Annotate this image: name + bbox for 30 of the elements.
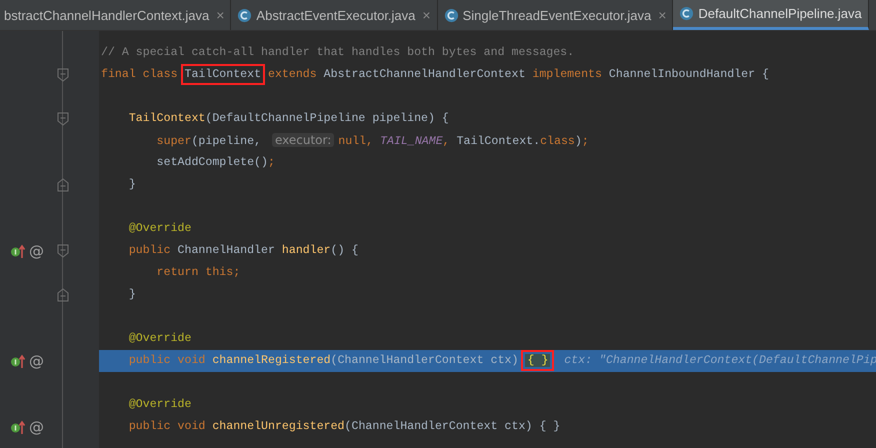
override-marker[interactable]: @	[29, 418, 44, 436]
code-line: @Override	[128, 331, 192, 347]
code-line: super(pipeline, executor: null, TAIL_NAME, TailContext.class);	[156, 132, 589, 150]
code-line: final class TailContext extends AbstractChannelHandlerContext implements ChannelInboundHandler {	[101, 64, 769, 86]
code-line: }	[128, 287, 136, 303]
code-line: public ChannelHandler handler() {	[128, 243, 358, 259]
override-marker[interactable]: @	[29, 242, 44, 260]
code-line: @Override	[128, 221, 192, 237]
code-line: }	[128, 177, 136, 193]
fold-collapse-icon[interactable]	[57, 244, 69, 258]
close-tab-button[interactable]: ×	[658, 7, 666, 23]
fold-collapse-icon[interactable]	[57, 68, 69, 82]
implements-marker-icon[interactable]	[10, 353, 26, 369]
fold-end-icon[interactable]	[57, 178, 69, 192]
code-line: setAddComplete();	[156, 155, 275, 171]
override-marker[interactable]: @	[29, 352, 44, 370]
file-tab[interactable]: DefaultChannelPipeline.java	[673, 0, 869, 30]
close-tab-button[interactable]: ×	[422, 7, 431, 23]
code-line: @Override	[128, 397, 192, 413]
code-line: TailContext(DefaultChannelPipeline pipeline) {	[128, 111, 449, 127]
code-line: return this;	[156, 265, 240, 281]
file-tab[interactable]: AbstractEventExecutor.java ×	[231, 0, 438, 30]
code-line: // A special catch-all handler that handles both bytes and messages.	[101, 45, 574, 61]
fold-end-icon[interactable]	[57, 288, 69, 302]
close-tab-button[interactable]: ×	[216, 7, 224, 23]
code-line: public void channelUnregistered(ChannelHandlerContext ctx) { }	[128, 419, 560, 435]
implements-marker-icon[interactable]	[10, 419, 26, 435]
implements-marker-icon[interactable]	[10, 243, 26, 259]
file-tab[interactable]: bstractChannelHandlerContext.java ×	[0, 0, 232, 30]
fold-collapse-icon[interactable]	[57, 112, 69, 126]
